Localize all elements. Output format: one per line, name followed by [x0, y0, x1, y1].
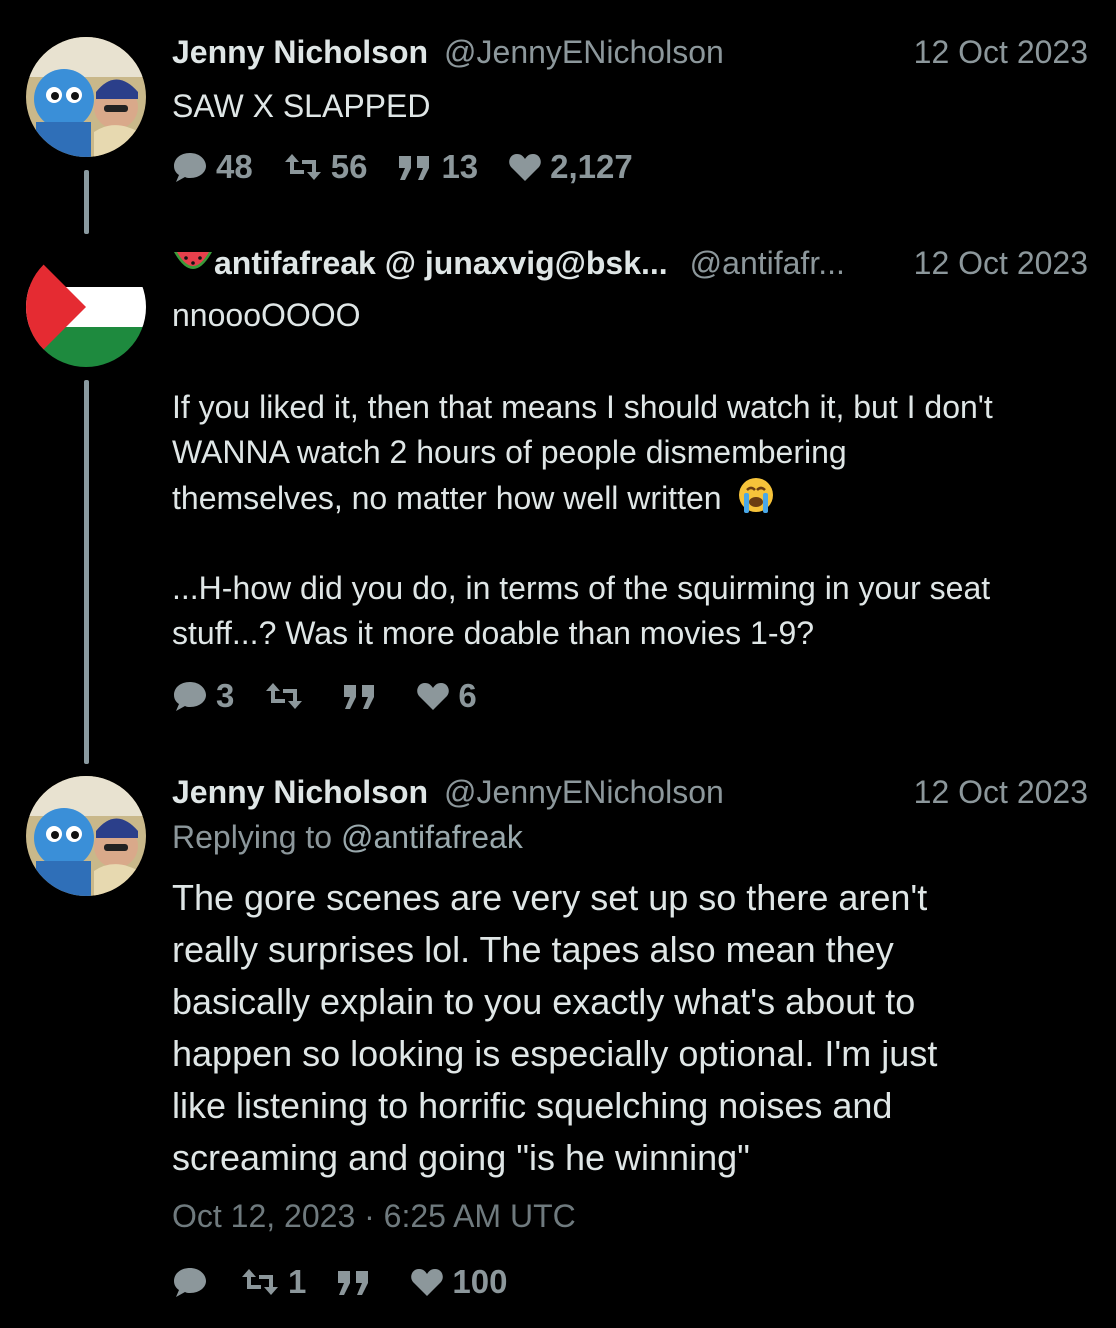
retweet-icon [242, 1269, 278, 1295]
author-name[interactable]: antifafreak @ junaxvig@bsk... [214, 245, 668, 282]
watermelon-icon [174, 252, 212, 269]
text-line: themselves, no matter how well written [172, 475, 1076, 521]
avatar-image [26, 776, 146, 896]
like-count: 6 [458, 677, 477, 714]
author-handle[interactable]: @antifafr... [690, 245, 845, 282]
thread-line [84, 170, 89, 234]
text-line: basically explain to you exactly what's … [172, 981, 916, 1022]
quote-icon [399, 156, 430, 180]
tweet-date[interactable]: 12 Oct 2023 [890, 245, 1088, 282]
text-line: If you liked it, then that means I shoul… [172, 389, 993, 425]
reply-button[interactable]: 3 [172, 677, 234, 715]
text-line: screaming and going "is he winning" [172, 1137, 750, 1178]
author-name[interactable]: Jenny Nicholson [172, 774, 428, 811]
avatar-antifafreak[interactable] [26, 247, 146, 367]
text-line: SAW X SLAPPED [172, 88, 431, 124]
reply-icon [174, 682, 206, 711]
text-line-content: themselves, no matter how well written [172, 480, 722, 516]
tweet-stats: 3 6 [172, 676, 507, 716]
reply-button[interactable]: 48 [172, 148, 253, 186]
reply-count: 48 [216, 148, 253, 185]
author-handle[interactable]: @JennyENicholson [444, 34, 724, 71]
quote-button[interactable]: 13 [397, 148, 478, 186]
tweet-date[interactable]: 12 Oct 2023 [890, 34, 1088, 71]
author-name[interactable]: Jenny Nicholson [172, 34, 428, 71]
retweet-icon [266, 683, 303, 709]
retweet-count: 1 [288, 1263, 307, 1300]
reply-icon [174, 1268, 206, 1297]
replying-to-link[interactable]: @antifafreak [341, 819, 523, 855]
text-line: ...H-how did you do, in terms of the squ… [172, 570, 991, 606]
quote-button[interactable] [342, 681, 386, 711]
tweet-text: The gore scenes are very set up so there… [172, 872, 1076, 1184]
text-line: happen so looking is especially optional… [172, 1033, 938, 1074]
like-count: 100 [452, 1263, 508, 1300]
like-button[interactable]: 100 [410, 1263, 507, 1301]
tweet-stats: 48 56 13 2,127 [172, 147, 663, 187]
retweet-button[interactable]: 1 [240, 1263, 306, 1301]
tweet-date[interactable]: 12 Oct 2023 [890, 774, 1088, 811]
tweet-header: Jenny Nicholson @JennyENicholson 12 Oct … [172, 32, 1088, 72]
text-line: stuff...? Was it more doable than movies… [172, 615, 815, 651]
text-line: like listening to horrific squelching no… [172, 1085, 893, 1126]
tweet-header: Jenny Nicholson @JennyENicholson 12 Oct … [172, 772, 1088, 812]
tweet-text: SAW X SLAPPED [172, 84, 1076, 129]
quote-button[interactable] [336, 1267, 380, 1297]
tweet-timestamp[interactable]: Oct 12, 2023 · 6:25 AM UTC [172, 1198, 576, 1235]
retweet-icon [284, 154, 321, 180]
heart-icon [417, 683, 450, 710]
replying-prefix: Replying to [172, 819, 333, 855]
retweet-button[interactable] [264, 681, 312, 711]
text-line: nnoooOOOO [172, 297, 361, 333]
tweet-header: antifafreak @ junaxvig@bsk... @antifafr.… [172, 243, 1088, 283]
replying-to: Replying to @antifafreak [172, 819, 523, 856]
crying-face-icon [739, 478, 774, 513]
reply-icon [174, 153, 206, 182]
avatar-jenny[interactable] [26, 776, 146, 896]
avatar-jenny[interactable] [26, 37, 146, 157]
tweet-text: nnoooOOOO If you liked it, then that mea… [172, 293, 1076, 656]
avatar-image [26, 37, 146, 157]
text-line: really surprises lol. The tapes also mea… [172, 929, 894, 970]
quote-icon [338, 1271, 369, 1295]
retweet-button[interactable]: 56 [283, 148, 368, 186]
reply-count: 3 [216, 677, 235, 714]
reply-button[interactable] [172, 1266, 216, 1298]
retweet-count: 56 [330, 148, 368, 185]
palestine-flag-avatar [26, 247, 146, 367]
quote-icon [344, 685, 375, 709]
quote-count: 13 [441, 148, 479, 185]
heart-icon [411, 1269, 444, 1296]
author-handle[interactable]: @JennyENicholson [444, 774, 724, 811]
like-button[interactable]: 2,127 [508, 148, 633, 186]
like-count: 2,127 [550, 148, 633, 185]
like-button[interactable]: 6 [416, 677, 477, 715]
thread-line [84, 380, 89, 764]
tweet-stats: 1 100 [172, 1262, 537, 1302]
heart-icon [509, 154, 541, 181]
text-line: The gore scenes are very set up so there… [172, 877, 928, 918]
text-line: WANNA watch 2 hours of people dismemberi… [172, 434, 847, 470]
